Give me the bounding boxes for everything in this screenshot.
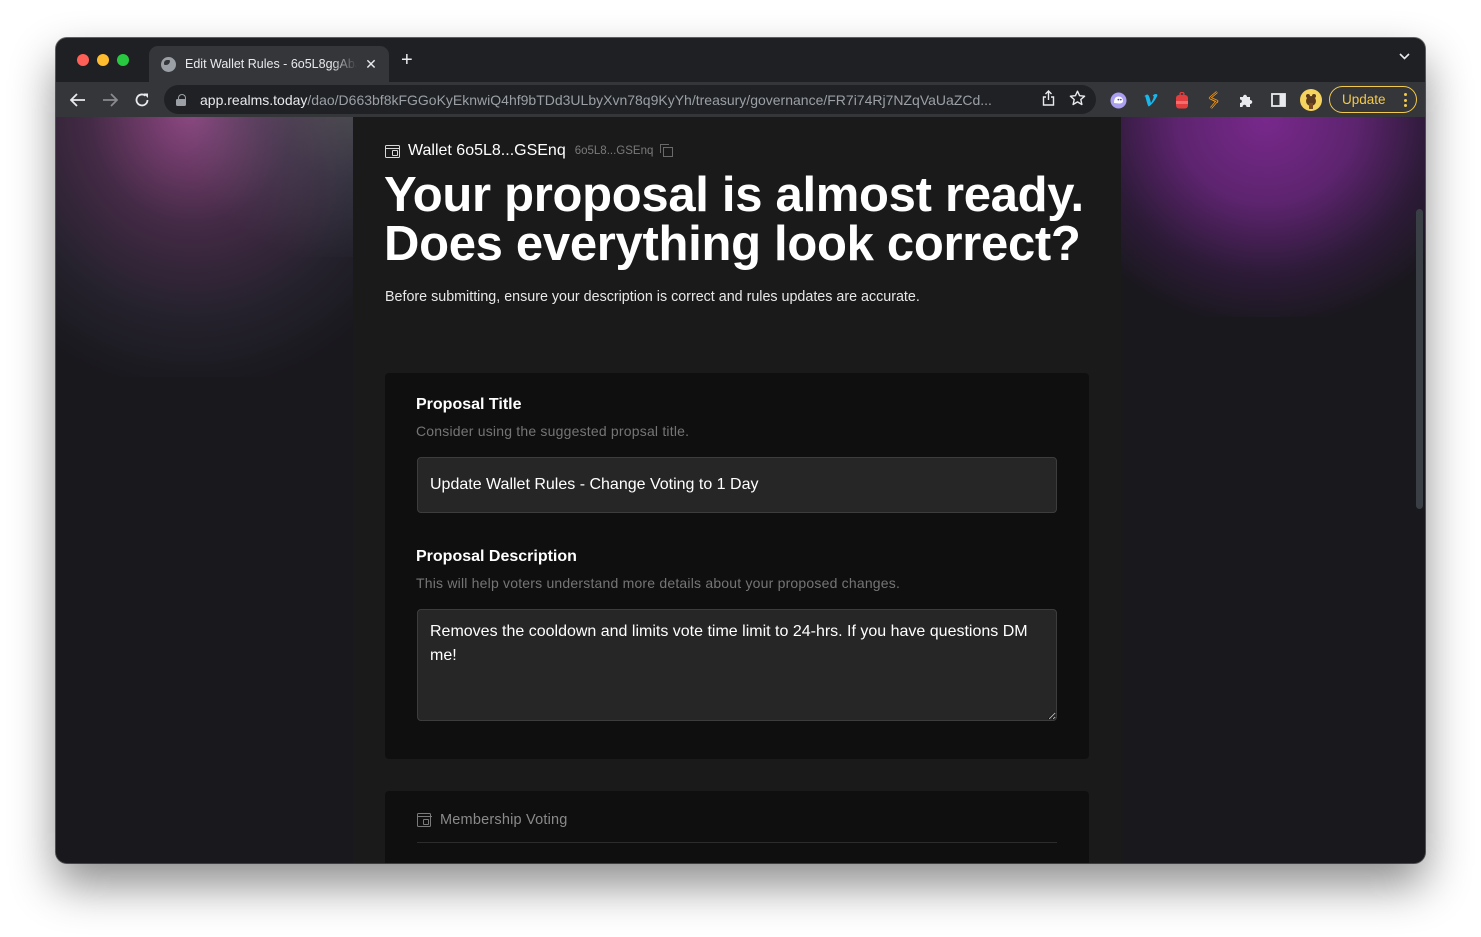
wallet-short-address: 6o5L8...GSEnq [574, 145, 654, 157]
phantom-ghost-icon[interactable] [1109, 91, 1127, 109]
proposal-description-hint: This will help voters understand more de… [416, 575, 901, 591]
tab-title: Edit Wallet Rules - 6o5L8ggAbJ [185, 57, 357, 71]
membership-voting-header: Membership Voting [416, 812, 568, 828]
page-title-line-2: Does everything look correct? [384, 217, 1081, 271]
proposal-description-label: Proposal Description [416, 548, 577, 565]
arrow-left-icon [70, 93, 85, 107]
update-label: Update [1342, 92, 1386, 107]
page-scrollbar[interactable] [1416, 209, 1423, 509]
address-bar[interactable]: app.realms.today/dao/D663bf8kFGGoKyEknwi… [164, 85, 1096, 114]
url-path: /dao/D663bf8kFGGoKyEknwiQ4hf9bTDd3ULbyXv… [307, 91, 992, 108]
page-viewport: Wallet 6o5L8...GSEnq 6o5L8...GSEnq Your … [56, 117, 1425, 863]
browser-window: Edit Wallet Rules - 6o5L8ggAbJ ✕ + app.r… [56, 38, 1425, 863]
copy-icon[interactable] [660, 144, 674, 157]
wallet-header: Wallet 6o5L8...GSEnq 6o5L8...GSEnq [384, 142, 674, 160]
back-button[interactable] [67, 89, 89, 111]
lock-icon [176, 93, 186, 106]
page-title-line-1: Your proposal is almost ready. [384, 168, 1084, 222]
profile-avatar[interactable] [1300, 89, 1322, 111]
globe-icon [161, 56, 176, 72]
proposal-title-label: Proposal Title [416, 396, 522, 413]
membership-voting-label: Membership Voting [440, 812, 568, 828]
url-host: app.realms.today [200, 91, 308, 108]
puzzle-icon[interactable] [1237, 91, 1255, 109]
side-panel-icon[interactable] [1269, 91, 1287, 109]
page-title: Your proposal is almost ready. Does ever… [384, 171, 1124, 269]
page-subtitle: Before submitting, ensure your descripti… [385, 289, 920, 305]
browser-update-button[interactable]: Update [1329, 86, 1417, 113]
bookmark-star-icon[interactable] [1069, 90, 1086, 109]
maximize-window-button[interactable] [117, 54, 129, 66]
browser-toolbar: app.realms.today/dao/D663bf8kFGGoKyEknwi… [56, 82, 1425, 117]
reload-button[interactable] [131, 89, 153, 111]
more-vertical-icon [1404, 93, 1407, 110]
main-column: Wallet 6o5L8...GSEnq 6o5L8...GSEnq Your … [353, 117, 1121, 863]
proposal-details-card: Proposal Title Consider using the sugges… [385, 373, 1089, 759]
proposal-title-input[interactable] [417, 457, 1057, 513]
tab-strip: Edit Wallet Rules - 6o5L8ggAbJ ✕ + [56, 38, 1425, 82]
wallet-icon [384, 144, 400, 158]
close-window-button[interactable] [77, 54, 89, 66]
tab-search-chevron-icon[interactable] [1399, 53, 1410, 63]
share-icon[interactable] [1042, 90, 1055, 109]
proposal-title-hint: Consider using the suggested propsal tit… [416, 423, 690, 439]
solflare-icon[interactable] [1205, 91, 1223, 109]
new-tab-button[interactable]: + [401, 50, 413, 70]
forward-button[interactable] [99, 89, 121, 111]
proposal-description-textarea[interactable] [417, 609, 1057, 721]
minimize-window-button[interactable] [97, 54, 109, 66]
backpack-icon[interactable] [1173, 91, 1191, 109]
arrow-right-icon [103, 93, 118, 107]
browser-tab-active[interactable]: Edit Wallet Rules - 6o5L8ggAbJ ✕ [149, 46, 389, 82]
membership-voting-card: Membership Voting [385, 791, 1089, 863]
section-divider [417, 842, 1057, 843]
reload-icon [135, 93, 149, 107]
wallet-name: Wallet 6o5L8...GSEnq [408, 142, 566, 159]
wallet-icon [416, 813, 432, 827]
tab-close-icon[interactable]: ✕ [363, 56, 379, 73]
vimeo-icon[interactable] [1141, 91, 1159, 109]
